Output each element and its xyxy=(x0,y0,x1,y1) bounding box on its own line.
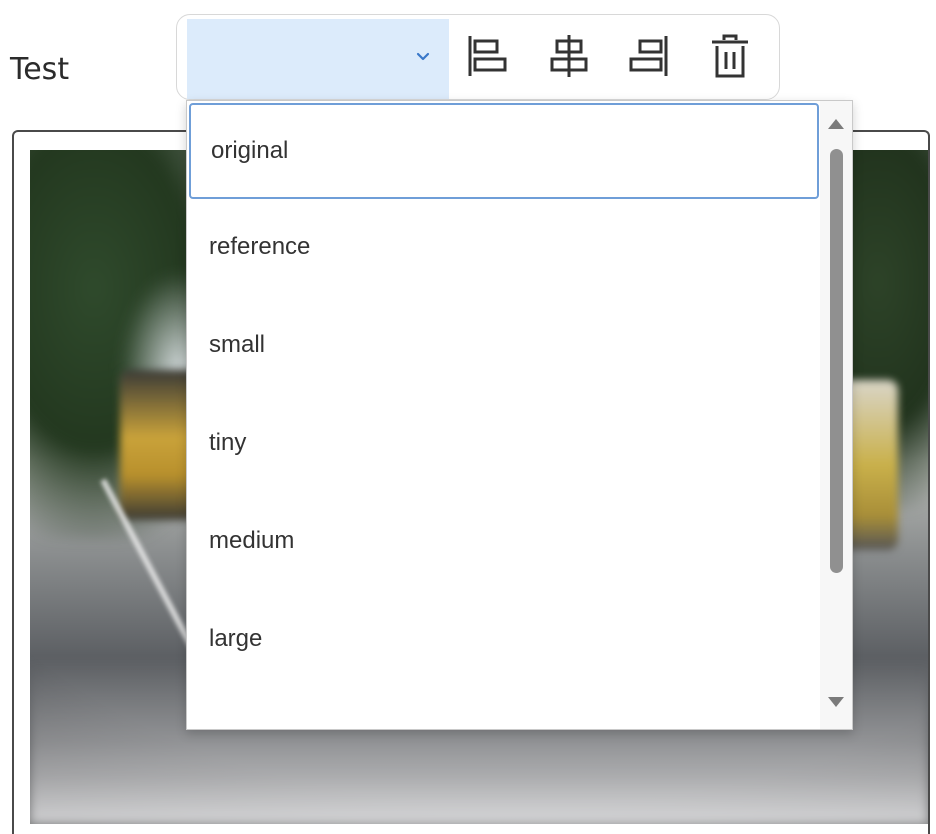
dropdown-scrollbar[interactable] xyxy=(820,101,852,729)
align-left-button[interactable] xyxy=(464,32,508,80)
option-label: original xyxy=(211,137,289,164)
option-label: tiny xyxy=(209,429,247,456)
scroll-up-arrow-icon[interactable] xyxy=(828,119,844,129)
field-label: Test xyxy=(10,52,70,87)
option-tiny[interactable]: tiny xyxy=(189,395,819,491)
chevron-down-icon xyxy=(416,52,430,61)
option-medium[interactable]: medium xyxy=(189,493,819,589)
scrollbar-thumb[interactable] xyxy=(830,149,843,573)
size-select[interactable] xyxy=(187,19,449,99)
align-center-button[interactable] xyxy=(547,32,591,80)
align-right-icon xyxy=(629,36,668,76)
option-label: reference xyxy=(209,233,311,260)
option-label: small xyxy=(209,331,266,358)
page: Test original reference small tiny mediu… xyxy=(0,0,936,834)
option-label: large xyxy=(209,625,263,652)
option-small[interactable]: small xyxy=(189,297,819,393)
align-right-button[interactable] xyxy=(628,32,672,80)
trash-icon xyxy=(712,34,748,78)
align-center-icon xyxy=(550,35,588,77)
option-label: medium xyxy=(209,527,295,554)
delete-button[interactable] xyxy=(708,32,752,80)
option-reference[interactable]: reference xyxy=(189,199,819,295)
scroll-down-arrow-icon[interactable] xyxy=(828,697,844,707)
align-left-icon xyxy=(468,36,507,76)
option-original[interactable]: original xyxy=(189,103,819,199)
option-large[interactable]: large xyxy=(189,591,819,687)
size-dropdown-list[interactable]: original reference small tiny medium lar… xyxy=(186,100,853,730)
